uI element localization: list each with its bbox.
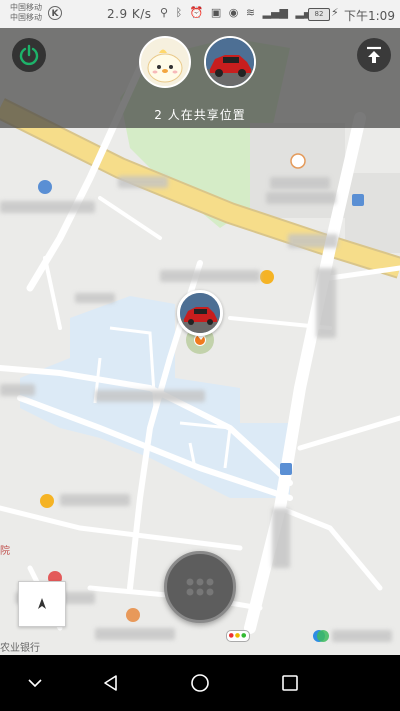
chick-icon	[141, 38, 189, 86]
map-avatar-pin[interactable]	[177, 290, 223, 336]
recent-square-icon	[282, 675, 298, 691]
blurred-label	[288, 234, 338, 248]
carrier-1: 中国移动	[10, 3, 42, 12]
poi-marker	[280, 463, 292, 475]
carrier-labels: 中国移动 中国移动	[10, 3, 42, 23]
nav-hide-button[interactable]	[21, 669, 49, 697]
blurred-label	[118, 176, 168, 188]
share-panel: 2 人在共享位置	[0, 28, 400, 128]
red-car-avatar[interactable]	[204, 36, 256, 88]
blurred-label	[332, 630, 392, 642]
carrier-badge: K	[48, 6, 62, 20]
compass-button[interactable]	[18, 581, 66, 627]
power-icon	[19, 44, 39, 66]
battery-icon: 82	[308, 8, 330, 21]
red-car-icon	[180, 293, 220, 333]
poi-marker	[352, 194, 364, 206]
hd-icon: ▣	[210, 6, 222, 19]
blurred-label	[272, 508, 290, 568]
nav-home-button[interactable]	[186, 669, 214, 697]
nav-back-button[interactable]	[97, 669, 125, 697]
map-logo-icon	[312, 627, 330, 645]
signal-4g-icon: ▂▄▆	[262, 6, 288, 19]
status-bar: 中国移动 中国移动 K 2.9 K/s ⚲ ᛒ ⏰ ▣ ◉ ≋ ▂▄▆ ▂▄▆ …	[0, 0, 400, 28]
nav-recent-button[interactable]	[276, 669, 304, 697]
blurred-label	[316, 268, 336, 338]
blurred-label	[0, 384, 35, 396]
system-nav-bar	[0, 655, 400, 711]
net-speed: 2.9 K/s	[107, 7, 152, 21]
status-icons: ⚲ ᛒ ⏰ ▣ ◉ ≋ ▂▄▆ ▂▄▆	[160, 6, 325, 19]
home-circle-icon	[191, 674, 209, 692]
building-block	[345, 173, 400, 253]
blurred-label	[160, 270, 260, 282]
location-icon: ⚲	[160, 6, 169, 19]
poi-marker	[126, 608, 140, 622]
map-label-bank: 农业银行	[0, 643, 40, 654]
map-label-partial: 院	[0, 546, 10, 557]
blurred-label	[266, 192, 336, 204]
chick-avatar[interactable]	[139, 36, 191, 88]
traffic-light-icon[interactable]: ●●●	[226, 630, 250, 642]
compass-icon	[38, 598, 46, 609]
alarm-icon: ⏰	[189, 6, 204, 19]
eye-icon: ◉	[228, 6, 239, 19]
blurred-label	[270, 177, 330, 189]
upload-top-icon	[367, 46, 381, 63]
blurred-label	[95, 390, 205, 402]
chevron-down-icon	[28, 679, 42, 688]
carrier-2: 中国移动	[10, 13, 42, 22]
wifi-icon: ≋	[245, 6, 256, 19]
poi-marker	[290, 153, 306, 169]
charging-icon: ⚡	[331, 6, 339, 19]
main-menu-button[interactable]	[164, 551, 236, 623]
red-car-icon	[206, 38, 254, 86]
bluetooth-icon: ᛒ	[175, 6, 183, 19]
blurred-label	[75, 293, 115, 303]
blurred-label	[95, 628, 175, 640]
power-button[interactable]	[12, 38, 46, 72]
grid-dots-icon	[186, 578, 214, 596]
poi-marker	[40, 494, 54, 508]
poi-marker	[260, 270, 274, 284]
shared-count-text: 2 人在共享位置	[154, 108, 246, 122]
upload-to-top-button[interactable]	[357, 38, 391, 72]
back-triangle-icon	[104, 675, 117, 691]
blurred-label	[60, 494, 130, 506]
clock: 下午1:09	[344, 9, 395, 23]
poi-marker	[38, 180, 52, 194]
blurred-label	[0, 201, 95, 213]
